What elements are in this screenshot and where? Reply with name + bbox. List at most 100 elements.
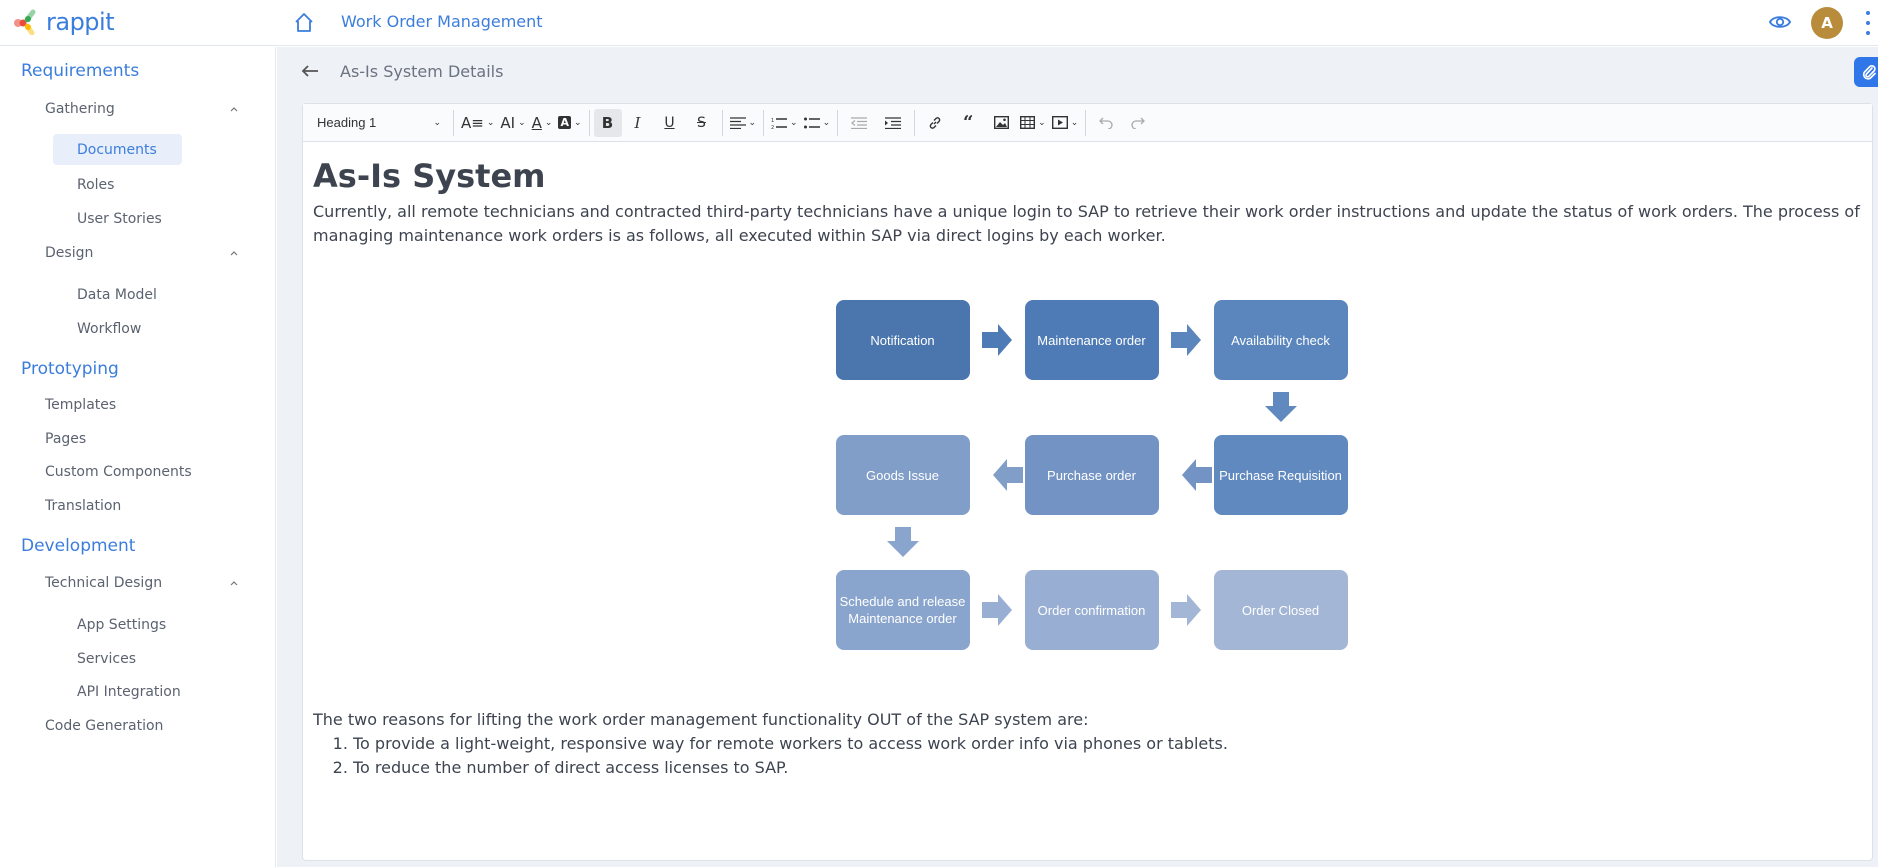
indent-icon	[885, 116, 902, 129]
attachment-button[interactable]	[1854, 57, 1878, 87]
flow-step-box: Purchase Requisition	[1213, 435, 1348, 515]
media-button[interactable]: ⌄	[1049, 109, 1082, 137]
redo-icon	[1131, 117, 1146, 129]
chevron-up-icon[interactable]	[228, 247, 240, 259]
outdent-icon	[851, 116, 868, 129]
flow-step-box: Order confirmation	[1024, 570, 1159, 650]
sidebar-item-translation[interactable]: Translation	[45, 498, 121, 514]
sidebar-item-documents[interactable]: Documents	[77, 142, 157, 158]
sidebar-item-services[interactable]: Services	[77, 651, 136, 667]
flow-step-box: Purchase order	[1024, 435, 1159, 515]
numbered-list-button[interactable]: 12 ⌄	[768, 109, 801, 137]
toolbar-divider	[588, 109, 590, 136]
toolbar-divider	[1085, 109, 1087, 136]
svg-text:1: 1	[771, 118, 774, 124]
process-flow-diagram: Notification Maintenance order Availabilit…	[835, 300, 1356, 660]
sidebar-group-technical-design[interactable]: Technical Design	[45, 575, 162, 591]
sidebar-section-requirements[interactable]: Requirements	[21, 61, 139, 81]
undo-icon	[1099, 117, 1113, 129]
bold-icon: B	[601, 113, 614, 132]
sidebar-section-prototyping[interactable]: Prototyping	[21, 359, 119, 379]
rich-text-editor: Heading 1 ⌄ A≡ ⌄ AI ⌄ A ⌄ A ⌄ B I U S ⌄ 12 ⌄	[302, 103, 1873, 861]
quote-icon: “	[962, 111, 974, 133]
blockquote-button[interactable]: “	[951, 109, 985, 137]
underline-icon: U	[664, 114, 675, 131]
sidebar-item-roles[interactable]: Roles	[77, 177, 114, 193]
chevron-down-icon: ⌄	[573, 117, 582, 128]
home-icon[interactable]	[292, 11, 316, 35]
user-avatar[interactable]: A	[1811, 7, 1843, 39]
sidebar-group-gathering[interactable]: Gathering	[45, 101, 115, 117]
flow-step-box: Notification	[835, 300, 970, 380]
sidebar-item-data-model[interactable]: Data Model	[77, 287, 157, 303]
back-arrow-icon[interactable]	[300, 63, 320, 79]
flow-step-box: Availability check	[1213, 300, 1348, 380]
flow-step-box: Maintenance order	[1024, 300, 1159, 380]
align-left-icon	[729, 116, 746, 129]
sidebar-item-api-integration[interactable]: API Integration	[77, 684, 181, 700]
align-button[interactable]: ⌄	[727, 109, 760, 137]
chevron-up-icon[interactable]	[228, 103, 240, 115]
strikethrough-button[interactable]: S	[686, 109, 718, 137]
text-case-button[interactable]: AI ⌄	[497, 109, 528, 137]
sidebar-section-development[interactable]: Development	[21, 536, 135, 556]
sidebar-item-workflow[interactable]: Workflow	[77, 321, 141, 337]
font-color-icon: A	[531, 113, 542, 132]
flow-arrow-left-icon	[992, 459, 1023, 491]
flow-arrow-left-icon	[1181, 459, 1212, 491]
more-menu-icon[interactable]	[1864, 11, 1872, 35]
font-size-button[interactable]: A≡ ⌄	[458, 109, 497, 137]
logo[interactable]: rappit	[12, 8, 115, 36]
bulleted-list-button[interactable]: ⌄	[801, 109, 834, 137]
indent-button[interactable]	[876, 109, 910, 137]
chevron-down-icon: ⌄	[1070, 117, 1079, 128]
table-button[interactable]: ⌄	[1017, 109, 1049, 137]
reasons-intro: The two reasons for lifting the work ord…	[313, 710, 1089, 729]
flow-arrow-right-icon	[1170, 324, 1201, 356]
heading-select[interactable]: Heading 1 ⌄	[309, 109, 449, 137]
table-icon	[1020, 116, 1036, 129]
numbered-list-icon: 12	[771, 118, 788, 129]
editor-toolbar: Heading 1 ⌄ A≡ ⌄ AI ⌄ A ⌄ A ⌄ B I U S ⌄ 12 ⌄	[303, 104, 1872, 142]
chevron-down-icon: ⌄	[486, 117, 495, 128]
font-size-icon: A≡	[461, 113, 484, 132]
app-title[interactable]: Work Order Management	[341, 12, 543, 31]
chevron-down-icon: ⌄	[822, 117, 831, 128]
chevron-down-icon: ⌄	[1038, 117, 1046, 128]
image-icon	[993, 116, 1009, 129]
sidebar-item-custom-components[interactable]: Custom Components	[45, 464, 192, 480]
chevron-down-icon: ⌄	[544, 117, 553, 128]
underline-button[interactable]: U	[654, 109, 686, 137]
sidebar-group-design[interactable]: Design	[45, 245, 93, 261]
sidebar-item-pages[interactable]: Pages	[45, 431, 86, 447]
top-bar: rappit Work Order Management A	[0, 0, 1878, 46]
intro-paragraph: Currently, all remote technicians and co…	[313, 202, 1860, 245]
link-button[interactable]	[919, 109, 951, 137]
reason-item: To provide a light-weight, responsive wa…	[353, 732, 1862, 756]
sidebar-item-user-stories[interactable]: User Stories	[77, 211, 162, 227]
flow-arrow-down-icon	[886, 527, 919, 557]
bold-button[interactable]: B	[593, 108, 622, 137]
outdent-button[interactable]	[842, 109, 876, 137]
chevron-up-icon[interactable]	[228, 577, 240, 589]
image-button[interactable]	[985, 109, 1017, 137]
redo-button[interactable]	[1122, 109, 1154, 137]
preview-eye-icon[interactable]	[1769, 12, 1791, 32]
document-heading: As-Is System	[313, 157, 546, 195]
svg-text:2: 2	[771, 125, 774, 129]
font-color-button[interactable]: A ⌄	[529, 109, 556, 137]
flow-arrow-down-icon	[1264, 392, 1297, 422]
chevron-down-icon: ⌄	[433, 117, 441, 127]
main-content: As-Is System Details Heading 1 ⌄ A≡ ⌄ AI ⌄…	[277, 47, 1878, 867]
sidebar-item-templates[interactable]: Templates	[45, 397, 116, 413]
background-color-button[interactable]: A ⌄	[555, 109, 584, 137]
editor-content[interactable]: As-Is System Currently, all remote techn…	[313, 152, 1862, 780]
media-embed-icon	[1051, 116, 1068, 129]
undo-button[interactable]	[1090, 109, 1122, 137]
bulleted-list-icon	[803, 117, 820, 128]
sidebar-item-code-generation[interactable]: Code Generation	[45, 718, 163, 734]
toolbar-divider	[914, 109, 916, 136]
sidebar-item-app-settings[interactable]: App Settings	[77, 617, 166, 633]
sidebar: Requirements Gathering Documents Roles U…	[0, 47, 276, 867]
italic-button[interactable]: I	[622, 109, 654, 137]
